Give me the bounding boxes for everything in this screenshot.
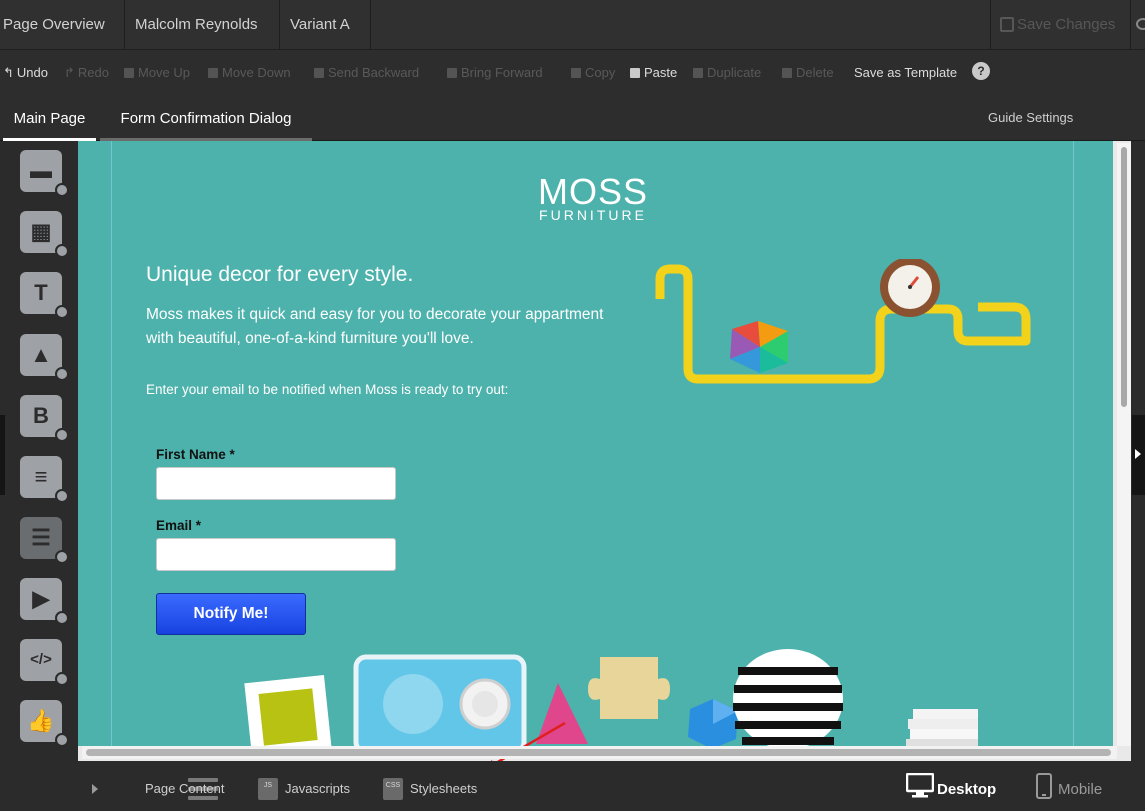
expand-panel-handle[interactable] (1132, 415, 1145, 495)
striped-vase-icon (733, 649, 843, 746)
headline[interactable]: Unique decor for every style. (146, 263, 413, 287)
share-badge-icon (55, 733, 69, 747)
redo-button[interactable]: ↱ Redo (64, 64, 109, 82)
stylesheets-button[interactable]: Stylesheets (410, 781, 477, 796)
divider (279, 0, 280, 50)
undo-button[interactable]: ↰ Undo (3, 64, 48, 82)
tab-main-page[interactable]: Main Page (3, 95, 96, 141)
guide-settings-link[interactable]: Guide Settings (988, 110, 1073, 125)
divider (1130, 0, 1131, 50)
bring-forward-icon (447, 68, 457, 78)
preview-eye-icon[interactable] (1136, 18, 1145, 30)
expand-arrow-icon[interactable] (92, 784, 98, 794)
sidebar-tool-button[interactable]: B (20, 395, 69, 442)
save-as-template-button[interactable]: Save as Template (854, 64, 957, 82)
sidebar-tool-image[interactable]: ▲ (20, 334, 69, 381)
bottom-bar: Page Content JS Javascripts CSS Styleshe… (78, 761, 1145, 811)
mobile-view-button[interactable]: Mobile (1058, 781, 1102, 798)
save-icon (1000, 17, 1014, 32)
share-badge-icon (55, 672, 69, 686)
guide-line (1073, 141, 1074, 746)
copy-button[interactable]: Copy (571, 64, 615, 82)
desktop-view-button[interactable]: Desktop (937, 781, 996, 798)
logo-furniture[interactable]: FURNITURE (518, 207, 668, 223)
sidebar-edge (0, 415, 5, 495)
divider (370, 0, 371, 50)
user-menu[interactable]: Malcolm Reynolds (135, 0, 258, 50)
trash-icon (782, 68, 792, 78)
body-text[interactable]: Moss makes it quick and easy for you to … (146, 303, 616, 351)
share-badge-icon (55, 367, 69, 381)
sidebar-tool-video[interactable]: ▶ (20, 578, 69, 625)
share-badge-icon (55, 428, 69, 442)
share-badge-icon (55, 611, 69, 625)
sidebar-tool-section[interactable]: ▬ (20, 150, 69, 197)
mobile-phone-icon (1036, 773, 1052, 799)
copy-icon (571, 68, 581, 78)
sidebar-tool-form[interactable]: ≡ (20, 456, 69, 503)
decor-illustration[interactable] (228, 649, 978, 746)
polyhedron-icon (730, 321, 788, 373)
sidebar-tool-social[interactable]: 👍 (20, 700, 69, 747)
move-up-icon (124, 68, 134, 78)
duplicate-button[interactable]: Duplicate (693, 64, 761, 82)
bring-forward-button[interactable]: Bring Forward (447, 64, 543, 82)
variant-selector[interactable]: Variant A (290, 0, 350, 50)
page-content-button[interactable]: Page Content (145, 781, 225, 796)
sidebar-tool-list[interactable]: ☰ (20, 517, 69, 564)
puzzle-piece-icon (588, 657, 670, 719)
tab-form-confirmation-dialog[interactable]: Form Confirmation Dialog (100, 95, 312, 141)
scroll-thumb[interactable] (86, 749, 1111, 756)
move-down-icon (208, 68, 218, 78)
email-label: Email * (156, 518, 202, 533)
cta-text[interactable]: Enter your email to be notified when Mos… (146, 382, 508, 397)
duplicate-icon (693, 68, 703, 78)
clock-icon (880, 259, 940, 317)
help-icon[interactable]: ? (972, 62, 990, 80)
javascript-file-icon: JS (258, 778, 278, 800)
undo-icon: ↰ (3, 65, 14, 80)
send-backward-icon (314, 68, 324, 78)
css-file-icon: CSS (383, 778, 403, 800)
sidebar-tool-custom-html[interactable]: </> (20, 639, 69, 686)
blue-polyhedron-icon (688, 699, 738, 746)
javascripts-button[interactable]: Javascripts (285, 781, 350, 796)
share-badge-icon (55, 305, 69, 319)
paste-button[interactable]: Paste (630, 64, 677, 82)
page-tabs: Main Page Form Confirmation Dialog (0, 95, 1145, 141)
guide-line (111, 141, 112, 746)
paste-icon (630, 68, 640, 78)
delete-button[interactable]: Delete (782, 64, 834, 82)
share-badge-icon (55, 244, 69, 258)
first-name-label: First Name * (156, 447, 235, 462)
page-canvas[interactable]: MOSS FURNITURE Unique decor for every st… (78, 141, 1113, 746)
notify-me-button[interactable]: Notify Me! (156, 593, 306, 635)
vertical-scrollbar[interactable] (1117, 143, 1131, 746)
book-stack-icon (906, 709, 978, 746)
divider (124, 0, 125, 50)
move-up-button[interactable]: Move Up (124, 64, 190, 82)
desktop-icon (906, 773, 934, 798)
share-badge-icon (55, 550, 69, 564)
horizontal-scrollbar[interactable] (82, 746, 1117, 759)
share-badge-icon (55, 183, 69, 197)
sidebar-tool-text[interactable]: T (20, 272, 69, 319)
move-down-button[interactable]: Move Down (208, 64, 291, 82)
save-changes-button[interactable]: Save Changes (1017, 0, 1115, 50)
divider (990, 0, 991, 50)
scroll-thumb[interactable] (1121, 147, 1127, 407)
page-overview-link[interactable]: Page Overview (3, 0, 105, 50)
first-name-input[interactable] (156, 467, 396, 500)
shelf-illustration[interactable] (648, 259, 1048, 389)
share-badge-icon (55, 489, 69, 503)
sidebar-tool-box[interactable]: ▦ (20, 211, 69, 258)
chevron-right-icon (1135, 449, 1141, 459)
send-backward-button[interactable]: Send Backward (314, 64, 419, 82)
redo-icon: ↱ (64, 65, 75, 80)
top-bar: Page Overview Malcolm Reynolds Variant A… (0, 0, 1145, 50)
email-input[interactable] (156, 538, 396, 571)
picture-frame-icon (244, 675, 332, 746)
